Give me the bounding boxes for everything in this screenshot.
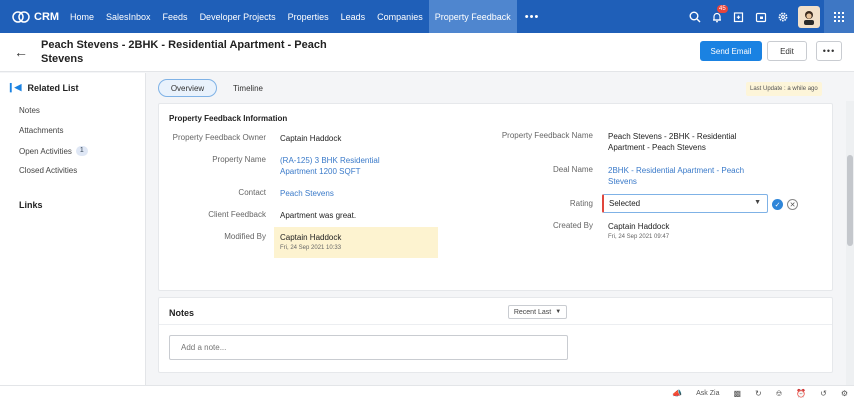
- crm-logo[interactable]: CRM: [0, 10, 64, 24]
- feedback-name-value[interactable]: Peach Stevens - 2BHK - Residential Apart…: [608, 131, 748, 153]
- edit-button[interactable]: Edit: [767, 41, 807, 61]
- divider: [159, 324, 832, 325]
- alarm-clock-icon[interactable]: ⏰: [796, 389, 806, 398]
- created-by-label: Created By: [552, 221, 593, 230]
- app-name: CRM: [34, 10, 60, 23]
- nav-feeds[interactable]: Feeds: [157, 0, 194, 33]
- client-feedback-value[interactable]: Apartment was great.: [280, 210, 356, 221]
- tab-overview[interactable]: Overview: [158, 79, 217, 97]
- notes-sort-label: Recent Last: [513, 308, 552, 316]
- modified-by-label: Modified By: [224, 232, 266, 241]
- send-email-button[interactable]: Send Email: [700, 41, 762, 61]
- contact-link[interactable]: Peach Stevens: [280, 188, 334, 199]
- related-list-heading[interactable]: ❙◀ Related List: [7, 82, 78, 93]
- sidebar-item-label: Attachments: [19, 126, 64, 135]
- back-arrow-icon[interactable]: ←: [14, 44, 28, 60]
- sidebar-item-open-activities[interactable]: Open Activities 1: [19, 146, 88, 156]
- notes-title: Notes: [169, 308, 195, 318]
- refresh-icon[interactable]: ↻: [755, 389, 762, 398]
- chat-icon[interactable]: ▩: [733, 389, 741, 398]
- section-title: Property Feedback Information: [169, 114, 288, 123]
- nav-property-feedback[interactable]: Property Feedback: [428, 0, 517, 33]
- sidebar-item-label: Closed Activities: [19, 166, 78, 175]
- open-activities-count-badge: 1: [75, 146, 88, 156]
- chevron-down-icon: ▼: [555, 309, 562, 315]
- owner-value[interactable]: Captain Haddock: [280, 133, 341, 144]
- sidebar-item-notes[interactable]: Notes: [19, 106, 40, 115]
- rating-selected-value: Selected: [609, 199, 641, 208]
- binoculars-icon[interactable]: ⎊: [776, 389, 782, 399]
- property-name-label: Property Name: [212, 155, 266, 164]
- owner-label: Property Feedback Owner: [172, 133, 266, 142]
- notes-sort-dropdown[interactable]: Recent Last ▼: [508, 305, 567, 319]
- deal-name-link[interactable]: 2BHK - Residential Apartment - Peach Ste…: [608, 165, 758, 187]
- sidebar-item-closed-activities[interactable]: Closed Activities: [19, 166, 77, 175]
- ask-zia-button[interactable]: Ask Zia: [696, 390, 719, 397]
- bottom-icons: 📣 Ask Zia ▩ ↻ ⎊ ⏰ ↺ ⚙: [672, 386, 848, 400]
- contact-label: Contact: [238, 188, 266, 197]
- feedback-name-label: Property Feedback Name: [501, 131, 593, 140]
- rating-select[interactable]: Selected ▼: [602, 194, 768, 213]
- record-header: ← Peach Stevens - 2BHK - Residential Apa…: [0, 33, 854, 72]
- rating-label: Rating: [569, 199, 593, 208]
- page-title: Peach Stevens - 2BHK - Residential Apart…: [41, 39, 327, 65]
- related-list-label: Related List: [27, 82, 79, 93]
- sidebar-item-attachments[interactable]: Attachments: [19, 126, 63, 135]
- client-feedback-label: Client Feedback: [208, 210, 266, 219]
- top-nav-bar: CRM Home SalesInbox Feeds Developer Proj…: [0, 0, 854, 33]
- create-record-icon[interactable]: [728, 0, 750, 33]
- search-icon[interactable]: [684, 0, 706, 33]
- nav-home[interactable]: Home: [64, 0, 100, 33]
- top-icons: 45: [684, 0, 854, 33]
- nav-developer-projects[interactable]: Developer Projects: [194, 0, 282, 33]
- nav-more-button[interactable]: •••: [517, 0, 548, 33]
- nav-companies[interactable]: Companies: [371, 0, 429, 33]
- nav-properties[interactable]: Properties: [282, 0, 335, 33]
- settings-icon[interactable]: ⚙: [841, 389, 848, 398]
- user-avatar[interactable]: [798, 5, 820, 28]
- history-icon[interactable]: ↺: [820, 389, 827, 398]
- notification-count: 45: [717, 5, 728, 13]
- deal-name-label: Deal Name: [552, 165, 593, 174]
- confirm-check-icon[interactable]: ✓: [772, 199, 783, 210]
- sidebar-item-label: Notes: [19, 106, 40, 115]
- collapse-sidebar-icon[interactable]: ❙◀: [7, 82, 21, 93]
- property-name-link[interactable]: (RA-125) 3 BHK Residential Apartment 120…: [280, 155, 400, 177]
- calendar-icon[interactable]: [750, 0, 772, 33]
- crm-logo-icon: [12, 10, 30, 23]
- created-by-date: Fri, 24 Sep 2021 09:47: [608, 234, 670, 240]
- add-note-input[interactable]: [169, 335, 568, 360]
- last-update-badge: Last Update : a while ago: [746, 82, 822, 96]
- tab-timeline[interactable]: Timeline: [225, 79, 271, 97]
- nav-salesinbox[interactable]: SalesInbox: [100, 0, 157, 33]
- created-by-value: Captain Haddock: [608, 222, 670, 231]
- nav-leads[interactable]: Leads: [335, 0, 372, 33]
- modified-by-value: Captain Haddock: [280, 233, 342, 242]
- sidebar-item-label: Open Activities: [19, 146, 72, 156]
- dropdown-arrow-icon: ▼: [754, 199, 761, 206]
- settings-gear-icon[interactable]: [772, 0, 794, 33]
- more-actions-button[interactable]: •••: [816, 41, 842, 61]
- related-list-sidebar: ❙◀ Related List Notes Attachments Open A…: [0, 73, 146, 385]
- links-heading: Links: [19, 200, 43, 210]
- main-nav: Home SalesInbox Feeds Developer Projects…: [64, 0, 547, 33]
- bottom-toolbar: 📣 Ask Zia ▩ ↻ ⎊ ⏰ ↺ ⚙: [0, 385, 854, 400]
- apps-grid-icon[interactable]: [824, 0, 854, 33]
- avatar-icon: [804, 10, 814, 25]
- notes-panel: Notes Recent Last ▼: [158, 297, 833, 373]
- modified-by-date: Fri, 24 Sep 2021 10:33: [280, 245, 342, 251]
- cancel-close-icon[interactable]: ✕: [787, 199, 798, 210]
- megaphone-icon[interactable]: 📣: [672, 389, 682, 398]
- property-feedback-info-panel: Property Feedback Information Property F…: [158, 103, 833, 291]
- notification-bell-icon[interactable]: 45: [706, 0, 728, 33]
- scrollbar-thumb[interactable]: [847, 155, 853, 246]
- record-tabs: Overview Timeline Last Update : a while …: [146, 73, 846, 101]
